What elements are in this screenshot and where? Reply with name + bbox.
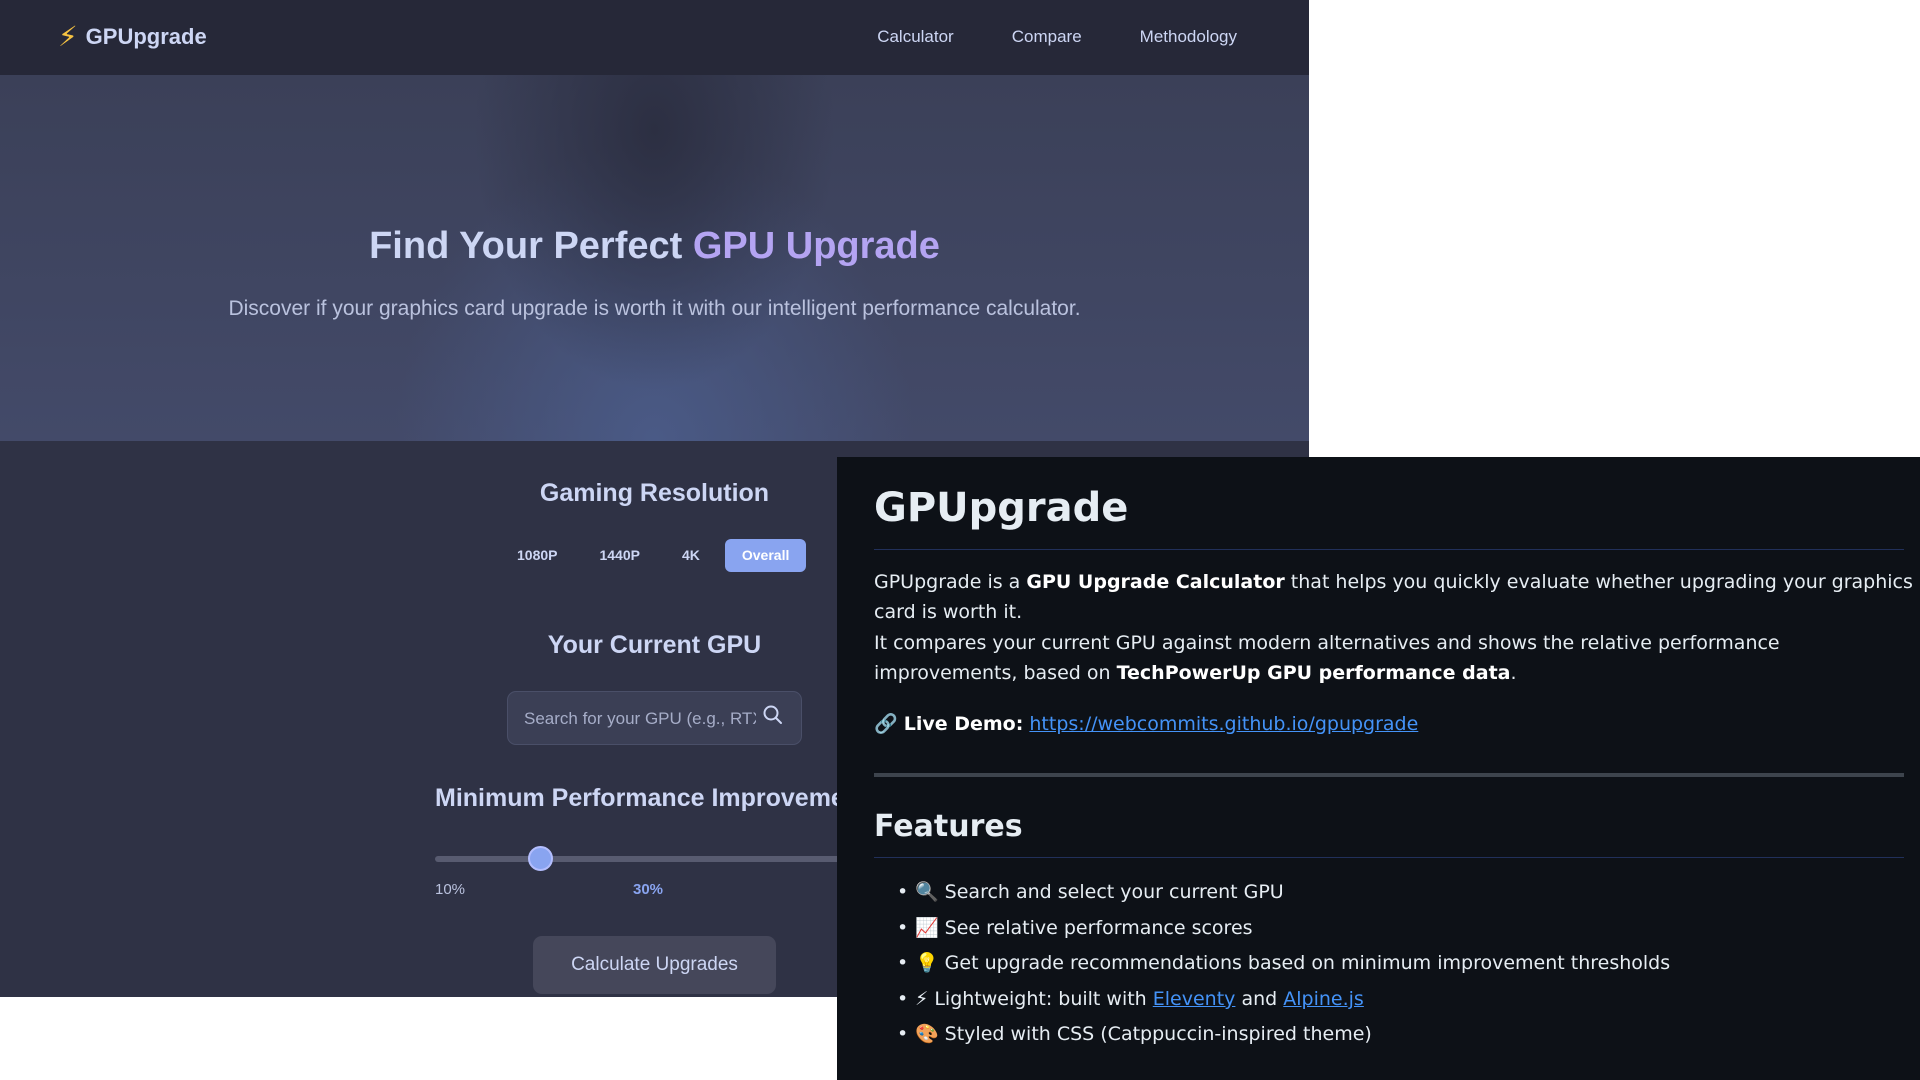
live-demo-line: 🔗 Live Demo: https://webcommits.github.i… [874,709,1418,739]
nav-link-compare[interactable]: Compare [1012,25,1082,49]
bullet-icon: • [897,881,909,903]
top-navbar: ⚡ GPUpgrade Calculator Compare Methodolo… [0,0,1309,75]
resolution-overall-button[interactable]: Overall [724,539,807,572]
intro-text: . [1510,662,1517,684]
intro-line-4: improvements, based on TechPowerUp GPU p… [874,658,1517,688]
feature-item: • 📈 See relative performance scores [897,913,1253,943]
link-icon: 🔗 [874,713,898,735]
lightning-icon: ⚡ [915,988,929,1010]
lightning-icon: ⚡ [58,21,78,52]
resolution-4k-button[interactable]: 4K [665,539,717,572]
feature-text: See relative performance scores [944,917,1253,939]
feature-text: Search and select your current GPU [944,881,1284,903]
improvement-slider-thumb[interactable] [528,846,553,871]
intro-bold-techpowerup: TechPowerUp GPU performance data [1116,662,1511,684]
feature-item: • 💡 Get upgrade recommendations based on m… [897,948,1670,978]
bullet-icon: • [897,1023,909,1045]
resolution-selector: 1080P 1440P 4K Overall [500,539,807,572]
hero-section: Find Your Perfect GPU Upgrade Discover i… [0,75,1309,441]
readme-title: GPUpgrade [874,485,1129,531]
intro-bold-calculator: GPU Upgrade Calculator [1026,571,1285,593]
nav-link-calculator[interactable]: Calculator [877,25,954,49]
intro-line-3: It compares your current GPU against mod… [874,632,1780,654]
resolution-1440p-button[interactable]: 1440P [582,539,656,572]
bullet-icon: • [897,952,909,974]
hero-title: Find Your Perfect GPU Upgrade [0,225,1309,268]
calculate-upgrades-button[interactable]: Calculate Upgrades [533,936,776,994]
logo[interactable]: ⚡ GPUpgrade [58,20,207,54]
gpu-search-input[interactable] [524,706,756,732]
features-heading: Features [874,809,1023,844]
feature-item: • ⚡ Lightweight: built with Eleventy and A… [897,984,1364,1014]
gpu-search-box [507,691,802,745]
intro-text: GPUpgrade is a [874,571,1027,593]
live-demo-label: Live Demo: [903,713,1024,735]
chart-increasing-icon: 📈 [915,917,939,939]
slider-min-label: 10% [435,881,466,898]
search-icon[interactable] [762,704,784,726]
feature-text: Get upgrade recommendations based on min… [944,952,1671,974]
min-improvement-title: Minimum Performance Improvement [435,784,869,812]
nav-link-methodology[interactable]: Methodology [1140,25,1237,49]
intro-text: that helps you quickly evaluate whether … [1284,571,1913,593]
magnifier-icon: 🔍 [915,881,939,903]
feature-item: • 🔍 Search and select your current GPU [897,877,1284,907]
feature-text: Lightweight: built with [934,988,1153,1010]
feature-item: • 🎨 Styled with CSS (Catppuccin-inspired t… [897,1019,1372,1049]
feature-text: Styled with CSS (Catppuccin-inspired the… [944,1023,1372,1045]
bullet-icon: • [897,988,909,1010]
bullet-icon: • [897,917,909,939]
hero-title-accent: GPU Upgrade [692,225,940,267]
slider-value-label: 30% [633,881,664,898]
main-nav: Calculator Compare Methodology [877,25,1237,49]
resolution-1080p-button[interactable]: 1080P [500,539,574,572]
intro-line-1: GPUpgrade is a GPU Upgrade Calculator th… [874,567,1913,597]
live-demo-link[interactable]: https://webcommits.github.io/gpupgrade [1029,713,1418,735]
logo-text: GPUpgrade [85,24,207,49]
palette-icon: 🎨 [915,1023,939,1045]
intro-line-2: card is worth it. [874,601,1023,623]
title-divider [874,549,1904,550]
hero-title-prefix: Find Your Perfect [369,225,693,267]
readme-window: GPUpgrade GPUpgrade is a GPU Upgrade Cal… [837,457,1920,1080]
horizontal-rule [874,773,1904,777]
features-divider [874,857,1904,858]
hero-subtitle: Discover if your graphics card upgrade i… [228,297,1081,320]
alpinejs-link[interactable]: Alpine.js [1283,988,1364,1010]
intro-text: improvements, based on [874,662,1117,684]
lightbulb-icon: 💡 [915,952,939,974]
feature-text: and [1235,988,1284,1010]
eleventy-link[interactable]: Eleventy [1153,988,1236,1010]
